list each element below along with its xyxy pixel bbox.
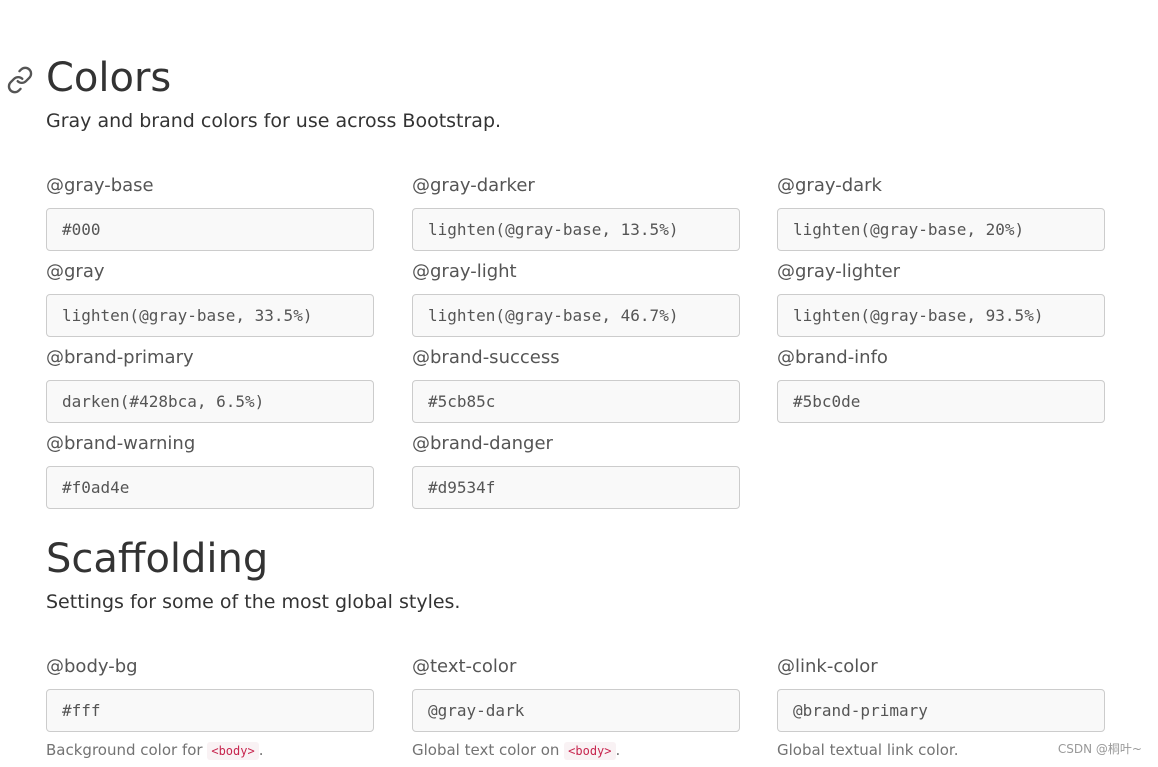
field-input[interactable] [412, 689, 740, 732]
field-input[interactable] [777, 380, 1105, 423]
field-help: Global text color on <body>. [412, 740, 740, 760]
field-label: @gray-light [412, 261, 517, 282]
field-brand-danger: @brand-danger [412, 432, 740, 509]
field-label: @gray-base [46, 175, 154, 196]
help-suffix: . [615, 741, 621, 759]
colors-grid: @gray-base @gray-darker @gray-dark @gray… [46, 174, 1126, 574]
scaffolding-grid: @body-bg Background color for <body>. @t… [46, 655, 1126, 765]
field-label: @brand-danger [412, 433, 553, 454]
scaffolding-title: Scaffolding [46, 536, 269, 582]
field-label: @gray-dark [777, 175, 882, 196]
help-text: Global text color on [412, 741, 565, 759]
code-tag: <body> [207, 742, 259, 760]
field-label: @brand-success [412, 347, 560, 368]
field-brand-success: @brand-success [412, 346, 740, 423]
field-label: @text-color [412, 656, 517, 677]
link-icon[interactable] [6, 66, 34, 94]
help-text: Background color for [46, 741, 208, 759]
field-brand-info: @brand-info [777, 346, 1105, 423]
field-label: @body-bg [46, 656, 138, 677]
field-input[interactable] [412, 466, 740, 509]
field-input[interactable] [412, 380, 740, 423]
colors-section: Colors Gray and brand colors for use acr… [7, 52, 1126, 574]
field-brand-warning: @brand-warning [46, 432, 374, 509]
field-label: @brand-warning [46, 433, 196, 454]
field-gray: @gray [46, 260, 374, 337]
watermark: CSDN @桐叶~ [1057, 742, 1142, 756]
scaffolding-heading-row: Scaffolding [46, 533, 1126, 585]
help-suffix: . [258, 741, 264, 759]
code-tag: <body> [564, 742, 616, 760]
field-input[interactable] [46, 380, 374, 423]
field-gray-dark: @gray-dark [777, 174, 1105, 251]
field-help: Background color for <body>. [46, 740, 374, 760]
field-input[interactable] [412, 294, 740, 337]
scaffolding-description: Settings for some of the most global sty… [46, 591, 461, 613]
scaffolding-section: Scaffolding Settings for some of the mos… [46, 533, 1126, 765]
field-input[interactable] [46, 294, 374, 337]
field-input[interactable] [777, 208, 1105, 251]
field-text-color: @text-color Global text color on <body>. [412, 655, 740, 760]
field-input[interactable] [46, 689, 374, 732]
field-brand-primary: @brand-primary [46, 346, 374, 423]
field-gray-base: @gray-base [46, 174, 374, 251]
field-label: @gray-lighter [777, 261, 901, 282]
field-label: @gray-darker [412, 175, 535, 196]
field-label: @gray [46, 261, 105, 282]
colors-heading-row: Colors [7, 52, 1126, 104]
field-input[interactable] [46, 208, 374, 251]
field-input[interactable] [777, 294, 1105, 337]
field-gray-darker: @gray-darker [412, 174, 740, 251]
field-gray-light: @gray-light [412, 260, 740, 337]
field-label: @link-color [777, 656, 878, 677]
field-input[interactable] [412, 208, 740, 251]
colors-description: Gray and brand colors for use across Boo… [46, 110, 502, 132]
colors-title: Colors [46, 55, 172, 101]
field-input[interactable] [46, 466, 374, 509]
help-text: Global textual link color. [777, 741, 959, 759]
field-input[interactable] [777, 689, 1105, 732]
field-label: @brand-info [777, 347, 888, 368]
field-label: @brand-primary [46, 347, 194, 368]
field-help: Global textual link color. [777, 740, 1105, 760]
field-body-bg: @body-bg Background color for <body>. [46, 655, 374, 760]
field-link-color: @link-color Global textual link color. [777, 655, 1105, 760]
field-gray-lighter: @gray-lighter [777, 260, 1105, 337]
